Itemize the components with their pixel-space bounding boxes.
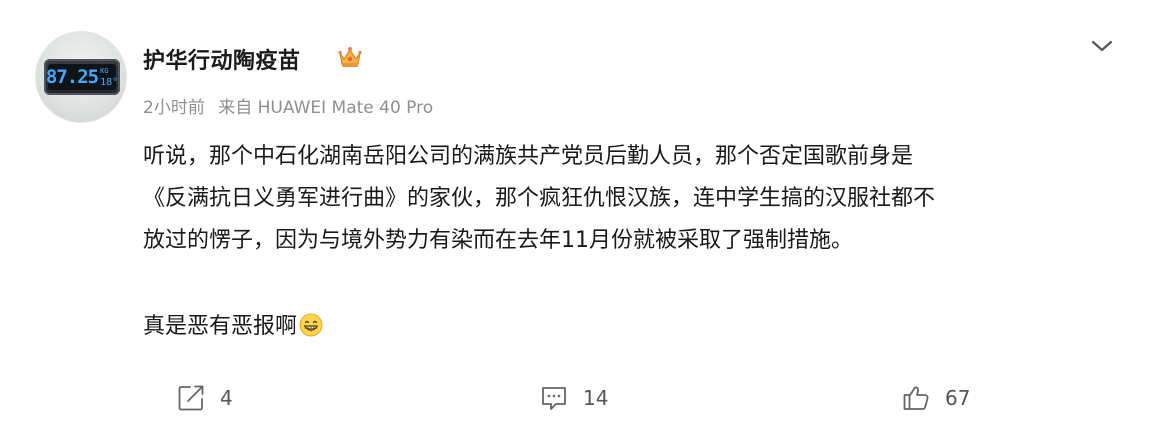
content-line-4: 真是恶有恶报啊 xyxy=(143,306,1123,348)
lcd-screen: 87.25 KG 18° xyxy=(45,64,119,90)
grin-icon xyxy=(299,313,323,337)
post-source: 来自 HUAWEI Mate 40 Pro xyxy=(218,98,434,118)
like-button[interactable]: 67 xyxy=(901,378,970,418)
thumbs-up-icon xyxy=(903,386,929,410)
post-time: 2小时前 xyxy=(143,98,205,118)
post-meta: 2小时前 来自 HUAWEI Mate 40 Pro xyxy=(143,93,433,118)
weibo-post-card: 87.25 KG 18° 护华行动陶疫苗 2小时前 来自 HUAWEI Mate… xyxy=(0,0,1152,448)
weight-unit: KG xyxy=(100,67,109,75)
content-line-1: 听说，那个中石化湖南岳阳公司的满族共产党员后勤人员，那个否定国歌前身是 xyxy=(143,144,914,169)
comment-icon xyxy=(542,387,566,410)
comment-count: 14 xyxy=(583,386,609,410)
avatar[interactable]: 87.25 KG 18° xyxy=(35,31,127,123)
share-count: 4 xyxy=(220,386,233,410)
temperature-reading: 18° xyxy=(100,77,119,88)
comment-button[interactable]: 14 xyxy=(539,378,608,418)
username[interactable]: 护华行动陶疫苗 xyxy=(143,43,301,75)
chevron-down-icon[interactable] xyxy=(1088,34,1116,58)
action-bar: 4 14 67 xyxy=(0,378,1152,418)
crown-icon xyxy=(338,47,362,67)
share-button[interactable]: 4 xyxy=(176,378,233,418)
weight-reading: 87.25 xyxy=(45,66,99,88)
share-icon xyxy=(178,385,204,411)
content-line-3: 放过的愣子，因为与境外势力有染而在去年11月份就被采取了强制措施。 xyxy=(143,228,853,253)
content-line-4-text: 真是恶有恶报啊 xyxy=(143,314,298,339)
scale-display: 87.25 KG 18° xyxy=(44,59,120,95)
post-content: 听说，那个中石化湖南岳阳公司的满族共产党员后勤人员，那个否定国歌前身是 《反满抗… xyxy=(143,136,1123,348)
like-count: 67 xyxy=(945,386,971,410)
content-line-2: 《反满抗日义勇军进行曲》的家伙，那个疯狂仇恨汉族，连中学生搞的汉服社都不 xyxy=(143,186,936,211)
